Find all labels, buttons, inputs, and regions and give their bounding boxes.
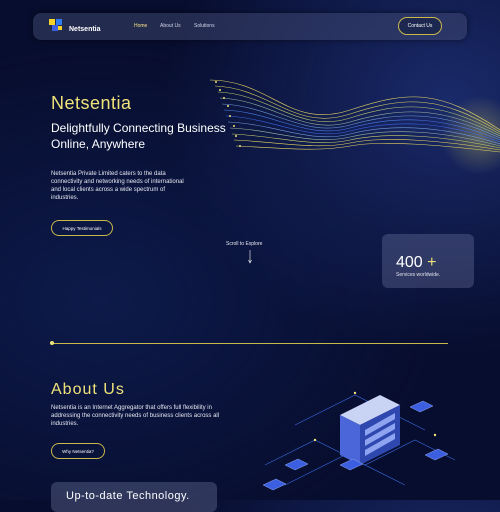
hero-title: Netsentia [51, 93, 132, 113]
about-description: Netsentia is an Internet Aggregator that… [51, 405, 220, 427]
nav-home-link[interactable]: Home [134, 23, 147, 29]
nav-solutions-link[interactable]: Solutions [194, 23, 215, 29]
technology-title: Up-to-date Technology. [66, 490, 190, 502]
stat-label: Services worldwide. [396, 272, 441, 278]
logo-text: Netsentia [69, 26, 101, 33]
navbar: Netsentia Home About Us Solutions Contac… [33, 13, 467, 40]
stat-plus: + [427, 254, 437, 271]
hero-description: Netsentia Private Limited caters to the … [51, 171, 184, 201]
divider-dot [50, 341, 54, 345]
services-stat-card: 400 + Services worldwide. [382, 234, 474, 288]
stat-value: 400 [396, 254, 423, 271]
about-title: About Us [51, 381, 125, 398]
why-netsentia-button[interactable]: Why Netsentia? [51, 443, 105, 459]
down-arrow-icon[interactable] [248, 250, 252, 264]
contact-us-button[interactable]: Contact Us [398, 17, 442, 35]
stat-number: 400 + [396, 254, 437, 272]
scroll-to-explore-label[interactable]: Scroll to Explore [226, 241, 262, 247]
technology-card: Up-to-date Technology. [51, 482, 217, 512]
happy-testimonials-button[interactable]: Happy Testimonials [51, 220, 113, 236]
hero-subtitle: Delightfully Connecting Business Online,… [51, 121, 226, 151]
logo[interactable]: Netsentia [47, 17, 117, 37]
logo-cube-icon [49, 19, 62, 31]
nav-about-link[interactable]: About Us [160, 23, 181, 29]
network-waves-illustration [210, 79, 500, 153]
section-divider [51, 343, 448, 344]
server-isometric-illustration [262, 391, 456, 491]
